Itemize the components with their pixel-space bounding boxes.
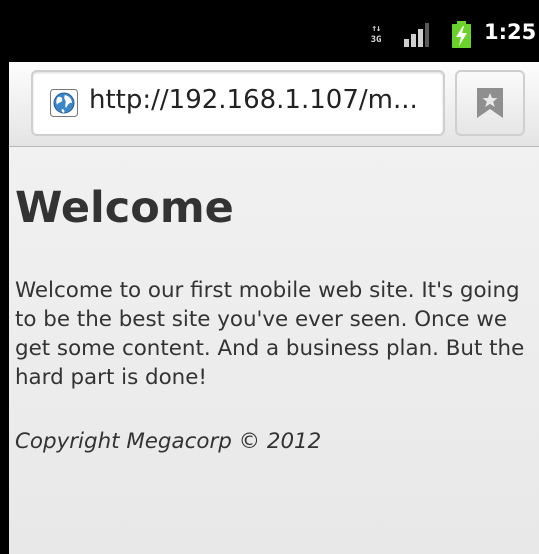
url-bar[interactable]: http://192.168.1.107/m... [31,70,445,136]
page-heading: Welcome [15,183,234,233]
status-bar: ↑↓ 3G 1:25 [0,0,539,62]
signal-strength-icon [404,23,429,47]
status-clock: 1:25 [484,20,537,44]
globe-icon [50,89,78,117]
bookmark-button[interactable] [455,70,525,136]
web-page-content: Welcome Welcome to our first mobile web … [9,147,539,554]
page-copyright: Copyright Megacorp © 2012 [15,429,322,454]
url-text[interactable]: http://192.168.1.107/m... [89,85,418,115]
battery-charging-icon [452,21,471,48]
data-3g-icon: ↑↓ 3G [366,24,386,48]
bookmark-icon [477,88,503,118]
phone-screen: ↑↓ 3G 1:25 http://192.168.1.107/m... Wel… [0,0,539,554]
network-type-label: 3G [370,35,382,45]
screen-bezel [0,0,9,554]
browser-toolbar: http://192.168.1.107/m... [9,62,539,147]
page-body-text: Welcome to our first mobile web site. It… [15,278,525,390]
